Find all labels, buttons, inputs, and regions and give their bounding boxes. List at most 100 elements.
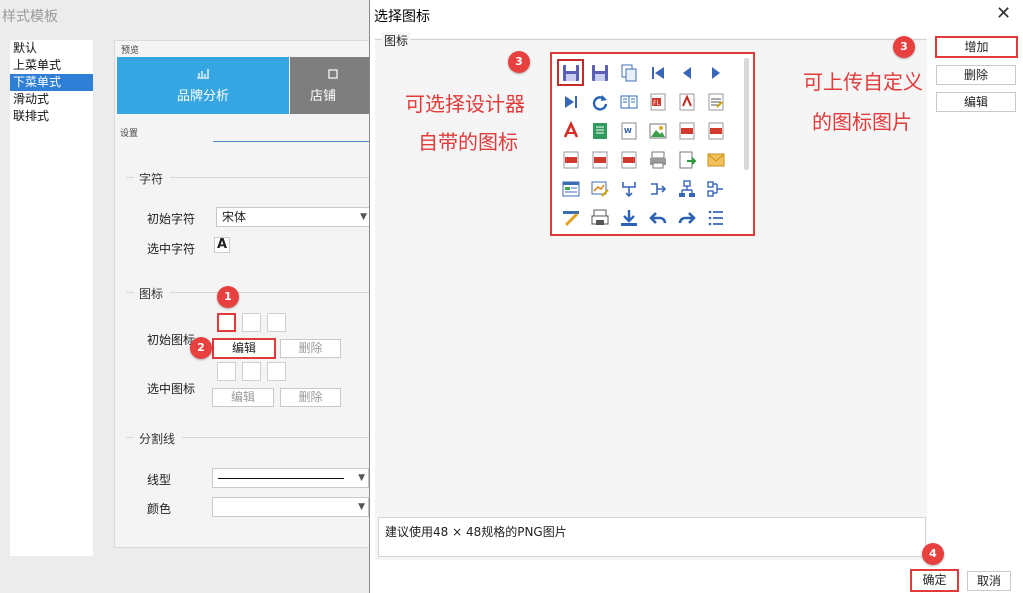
add-icon-button[interactable]: 增加 [935, 36, 1018, 58]
gif-icon[interactable] [585, 145, 614, 174]
step-badge-3: 3 [893, 36, 915, 58]
initial-icon-edit-button[interactable]: 编辑 [212, 338, 276, 359]
delete-icon-button[interactable]: 删除 [936, 65, 1016, 85]
svg-text:FL: FL [653, 100, 660, 107]
underline-bar [213, 141, 373, 142]
pencil-icon[interactable] [556, 203, 585, 232]
style-item-bottom-menu[interactable]: 下菜单式 [10, 74, 93, 91]
print-icon[interactable] [643, 145, 672, 174]
annotation-text: 的图标图片 [812, 110, 912, 134]
line-type-select[interactable]: ▼ [212, 468, 369, 488]
image-icon[interactable] [643, 116, 672, 145]
icon-grid-scrollbar[interactable] [744, 58, 749, 170]
store-icon [290, 67, 376, 83]
background-window-title: 样式模板 [2, 9, 58, 25]
html-icon[interactable] [672, 116, 701, 145]
initial-icon-slot[interactable] [242, 313, 261, 332]
pdf-export-icon[interactable] [672, 87, 701, 116]
preview-tab-label: 品牌分析 [176, 89, 229, 104]
close-icon[interactable]: ✕ [996, 3, 1011, 24]
style-item-slide[interactable]: 滑动式 [10, 91, 93, 108]
flash-export-icon[interactable]: FL [643, 87, 672, 116]
printer-small-icon[interactable] [585, 203, 614, 232]
selected-icon-edit-button[interactable]: 编辑 [212, 388, 274, 407]
annotation-text: 可选择设计器 [405, 92, 525, 116]
step-badge-2: 2 [190, 337, 212, 359]
selected-icon-slot[interactable] [217, 362, 236, 381]
merge-down-icon[interactable] [614, 174, 643, 203]
line-type-label: 线型 [147, 473, 172, 487]
group-divider [182, 437, 370, 438]
save-as-icon[interactable] [585, 58, 614, 87]
first-page-icon[interactable] [643, 58, 672, 87]
png-icon[interactable] [614, 145, 643, 174]
step-badge-3: 3 [508, 51, 530, 73]
icon-grid: FL W [556, 58, 730, 232]
solid-line-preview [218, 478, 344, 479]
form-icon[interactable] [556, 174, 585, 203]
list-icon[interactable] [701, 203, 730, 232]
group-divider [126, 177, 134, 178]
prev-page-icon[interactable] [672, 58, 701, 87]
word-edit-icon[interactable] [701, 87, 730, 116]
icon-group-label: 图标 [382, 32, 411, 49]
svg-icon[interactable] [701, 116, 730, 145]
selected-icon-slot[interactable] [242, 362, 261, 381]
color-select[interactable]: ▼ [212, 497, 369, 517]
ok-button[interactable]: 确定 [910, 569, 959, 592]
copy-page-icon[interactable] [614, 58, 643, 87]
tree-down-icon[interactable] [672, 174, 701, 203]
undo-icon[interactable] [643, 203, 672, 232]
jpg-icon[interactable] [556, 145, 585, 174]
group-divider [170, 292, 370, 293]
selected-icon-slot[interactable] [267, 362, 286, 381]
annotation-text: 可上传自定义 [803, 70, 923, 94]
chevron-down-icon: ▼ [360, 212, 367, 222]
annotation-text: 自带的图标 [418, 130, 518, 154]
initial-icon-delete-button[interactable]: 删除 [280, 339, 341, 358]
refresh-icon[interactable] [585, 87, 614, 116]
cancel-button[interactable]: 取消 [967, 571, 1011, 591]
preview-tab-brand-analysis[interactable]: 品牌分析 [117, 57, 289, 114]
selected-char-preview[interactable]: A [214, 237, 230, 253]
initial-icon-label: 初始图标 [147, 333, 196, 347]
last-page-icon[interactable] [556, 87, 585, 116]
group-divider [170, 177, 370, 178]
group-divider [126, 437, 134, 438]
selected-char-label: 选中字符 [147, 242, 196, 256]
selected-icon-delete-button[interactable]: 删除 [280, 388, 341, 407]
download-icon[interactable] [614, 203, 643, 232]
style-item-row[interactable]: 联排式 [10, 108, 93, 125]
initial-icon-slot[interactable] [217, 313, 236, 332]
tree-left-icon[interactable] [701, 174, 730, 203]
dialog-title: 选择图标 [374, 9, 430, 25]
branch-right-icon[interactable] [643, 174, 672, 203]
initial-char-font-select[interactable]: 宋体 ▼ [216, 207, 371, 227]
style-item-default[interactable]: 默认 [10, 40, 93, 57]
chart-edit-icon[interactable] [585, 174, 614, 203]
style-item-top-menu[interactable]: 上菜单式 [10, 57, 93, 74]
initial-icon-slot[interactable] [267, 313, 286, 332]
next-page-icon[interactable] [701, 58, 730, 87]
hint-box: 建议使用48 × 48规格的PNG图片 [378, 517, 926, 557]
icon-group-title: 图标 [139, 287, 164, 301]
book-icon[interactable] [614, 87, 643, 116]
preview-label: 预览 [121, 46, 140, 56]
preview-tab-label: 店铺 [309, 89, 336, 104]
divider-group-title: 分割线 [139, 432, 176, 446]
char-group-title: 字符 [139, 172, 164, 186]
save-icon[interactable] [556, 58, 585, 87]
edit-icon-button[interactable]: 编辑 [936, 92, 1016, 112]
preview-tab-store[interactable]: 店铺 [290, 57, 376, 114]
initial-char-font-value: 宋体 [222, 210, 247, 224]
pdf-icon[interactable] [556, 116, 585, 145]
email-icon[interactable] [701, 145, 730, 174]
step-badge-4: 4 [922, 543, 944, 565]
initial-char-label: 初始字符 [147, 212, 196, 226]
bar-chart-icon [117, 67, 289, 83]
excel-icon[interactable] [585, 116, 614, 145]
chevron-down-icon: ▼ [358, 502, 365, 512]
redo-icon[interactable] [672, 203, 701, 232]
word-icon[interactable]: W [614, 116, 643, 145]
export-doc-icon[interactable] [672, 145, 701, 174]
